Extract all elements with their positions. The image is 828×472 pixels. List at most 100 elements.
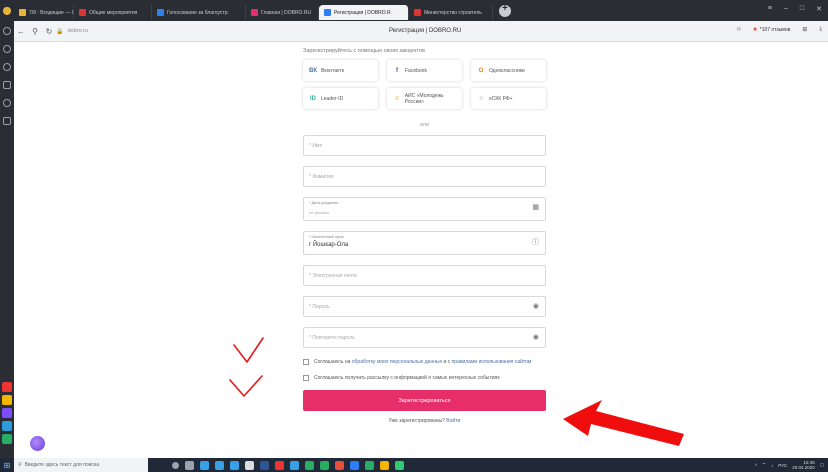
ais-icon: ≡	[395, 95, 399, 102]
consent-personal-data-checkbox[interactable]	[303, 359, 309, 365]
social-login-label: eСКК РФ+	[489, 95, 513, 102]
yandex-icon[interactable]	[275, 460, 284, 470]
app-icon-7[interactable]	[380, 460, 389, 470]
language-indicator[interactable]: РУС	[778, 463, 787, 468]
url-field[interactable]: dobro.ru	[67, 28, 88, 34]
tab-favicon-icon	[157, 9, 164, 16]
password-input[interactable]: * Пароль ◉	[303, 296, 546, 317]
taskbar-search[interactable]: ⚲ Введите здесь текст для поиска	[14, 458, 148, 472]
browser-tab-3[interactable]: Главная | DOBRO.RU	[246, 5, 319, 20]
mail-icon[interactable]	[245, 460, 254, 470]
consent-newsletter-checkbox[interactable]	[303, 375, 309, 381]
bookmarks-icon[interactable]	[3, 63, 11, 71]
app-icon-5[interactable]	[350, 460, 359, 470]
city-label: * Населенный пункт	[309, 235, 345, 239]
notes-icon[interactable]	[3, 117, 11, 125]
downloads-icon[interactable]	[3, 99, 11, 107]
bookmark-add-icon[interactable]: ⊞	[802, 26, 807, 33]
social-login-facebook[interactable]: f Facebook	[387, 60, 462, 81]
social-login-label: Leader-ID	[321, 95, 344, 102]
login-link[interactable]: Войти	[446, 418, 460, 424]
zen-app-icon[interactable]	[2, 421, 12, 431]
site-rating[interactable]: ★ *107 отзывов	[752, 26, 790, 34]
task-view-icon[interactable]	[185, 460, 194, 470]
messenger-app-icon[interactable]	[2, 395, 12, 405]
city-input[interactable]: * Населенный пункт г Йошкар-Ола ⓘ	[303, 231, 546, 255]
star-icon: ★	[752, 27, 758, 33]
browser-tab-1[interactable]: Общие мероприятия	[74, 5, 152, 20]
tab-favicon-icon	[19, 9, 26, 16]
email-input[interactable]: * Электронная почта	[303, 265, 546, 286]
browser-sidebar	[0, 21, 14, 458]
games-app-icon[interactable]	[2, 434, 12, 444]
social-login-odnoklassniki[interactable]: О Одноклассники	[471, 60, 546, 81]
social-login-leader-id[interactable]: ID Leader-ID	[303, 88, 378, 109]
register-button[interactable]: Зарегистрироваться	[303, 390, 546, 411]
social-login-ais[interactable]: ≡ АИС «Молодежь России»	[387, 88, 462, 109]
alice-icon[interactable]	[3, 27, 11, 35]
collections-icon[interactable]	[3, 81, 11, 89]
vk-icon: ВК	[309, 67, 317, 74]
lock-icon: 🔒	[56, 28, 64, 35]
leader-id-icon: ID	[310, 95, 316, 102]
music-app-icon[interactable]	[2, 408, 12, 418]
name-input[interactable]: * Имя	[303, 135, 546, 156]
file-explorer-icon[interactable]	[215, 460, 224, 470]
notifications-icon[interactable]: ▢	[820, 462, 824, 468]
app-icon-2[interactable]	[305, 460, 314, 470]
browser-tab-2[interactable]: Голосование за благоустр.	[152, 5, 246, 20]
maximize-button[interactable]: □	[800, 5, 804, 13]
site-rules-link[interactable]: правилами использования сайтом	[452, 359, 532, 365]
windows-start-icon[interactable]: ⊞	[0, 458, 14, 472]
social-login-label: АИС «Молодежь России»	[404, 92, 444, 105]
store-icon[interactable]	[230, 460, 239, 470]
consent-newsletter: Соглашаюсь получать рассылку с информаци…	[303, 374, 546, 382]
personal-data-link[interactable]: обработку моих персональных данных	[352, 359, 442, 365]
browser-tab-bar: ⬤ 7/8 : Входящие — Яндекс Общие мероприят…	[0, 0, 828, 21]
password-repeat-input[interactable]: * Повторите пароль ◉	[303, 327, 546, 348]
volume-icon[interactable]: ♪	[771, 463, 773, 468]
mail-app-icon[interactable]	[2, 382, 12, 392]
reload-icon[interactable]: ↻	[42, 27, 56, 36]
word-icon[interactable]	[260, 460, 269, 470]
birthdate-input[interactable]: * Дата рождения не указано ▦	[303, 197, 546, 221]
system-tray: ^ ⌔ ♪ РУС 15:45 20.04.2020 ▢	[755, 460, 824, 470]
windows-taskbar: ⊞ ⚲ Введите здесь текст для поиска ^ ⌔ ♪…	[0, 458, 828, 472]
app-icon-6[interactable]	[365, 460, 374, 470]
protect-icon[interactable]: ⚲	[28, 27, 42, 36]
bookmark-icon[interactable]: ⌑	[737, 26, 740, 33]
address-bar: ← ⚲ ↻ 🔒 dobro.ru Регистрация | DOBRO.RU …	[14, 21, 828, 42]
tab-favicon-icon	[251, 9, 258, 16]
app-icon-1[interactable]	[290, 460, 299, 470]
new-tab-button[interactable]	[499, 3, 511, 17]
cortana-icon[interactable]	[172, 461, 179, 469]
browser-logo-icon[interactable]: ⬤	[0, 0, 14, 21]
history-icon[interactable]	[3, 45, 11, 53]
browser-tab-5[interactable]: Министерство строитель	[409, 5, 493, 20]
browser-tab-4[interactable]: Регистрация | DOBRO.R	[319, 5, 409, 20]
help-icon[interactable]: ⓘ	[532, 237, 539, 247]
app-icon-4[interactable]	[335, 460, 344, 470]
show-password-icon[interactable]: ◉	[533, 302, 539, 310]
menu-icon[interactable]: ≡	[768, 5, 772, 13]
show-password-repeat-icon[interactable]: ◉	[533, 333, 539, 341]
browser-tab-0[interactable]: 7/8 : Входящие — Яндекс	[14, 5, 74, 20]
social-login-vk[interactable]: ВК Вконтакте	[303, 60, 378, 81]
app-icon-3[interactable]	[320, 460, 329, 470]
back-arrow-icon[interactable]: ←	[14, 27, 28, 36]
app-icon-8[interactable]	[395, 460, 404, 470]
calendar-icon[interactable]: ▦	[532, 203, 539, 211]
surname-input[interactable]: * Фамилия	[303, 166, 546, 187]
clock[interactable]: 15:45 20.04.2020	[792, 460, 815, 470]
birthdate-value: не указано	[309, 210, 330, 215]
network-icon[interactable]: ⌔	[762, 462, 766, 468]
tray-up-icon[interactable]: ^	[755, 463, 757, 468]
close-window-button[interactable]: ✕	[816, 5, 822, 13]
download-icon[interactable]: ⤓	[819, 26, 822, 33]
password-placeholder: * Пароль	[309, 304, 330, 310]
alice-assistant-icon[interactable]	[30, 436, 45, 451]
minimize-button[interactable]: –	[784, 5, 788, 13]
social-login-esk[interactable]: ≡ eСКК РФ+	[471, 88, 546, 109]
tab-label: Общие мероприятия	[89, 9, 138, 16]
edge-icon[interactable]	[200, 460, 209, 470]
